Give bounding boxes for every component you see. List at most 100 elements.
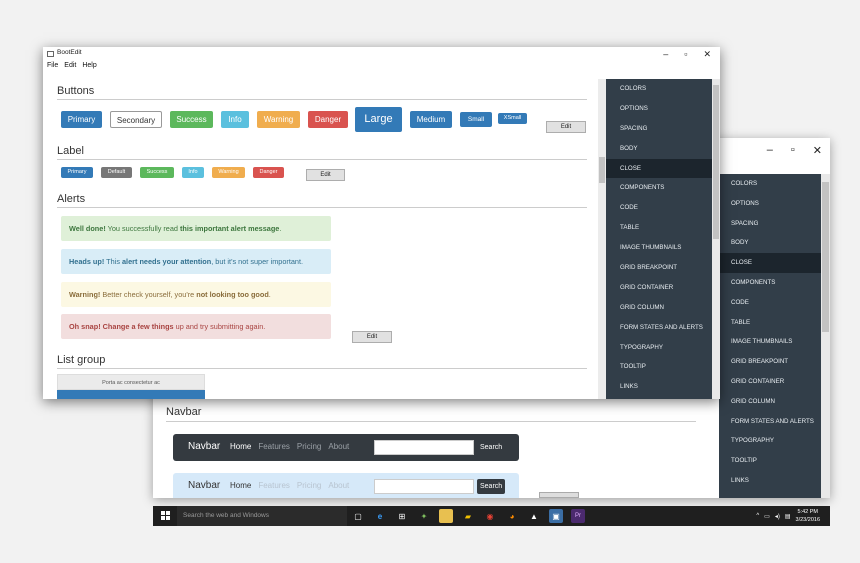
back-sidebar-item-components[interactable]: COMPONENTS [719, 273, 830, 293]
back-sidebar-item-tooltip[interactable]: TOOLTIP [719, 451, 830, 471]
back-sidebar-item-options[interactable]: OPTIONS [719, 194, 830, 214]
sidebar-item-options[interactable]: OPTIONS [606, 99, 720, 119]
content-scrollbar-thumb[interactable] [599, 157, 605, 183]
button-info[interactable]: Info [221, 111, 249, 128]
alerts-edit-button[interactable]: Edit [352, 331, 392, 343]
sidebar-item-body[interactable]: BODY [606, 139, 720, 159]
sidebar-scrollbar[interactable] [712, 79, 720, 399]
taskbar-search-input[interactable]: Search the web and Windows [177, 506, 347, 526]
sidebar-item-components[interactable]: COMPONENTS [606, 178, 720, 198]
navbar-light-link-pricing[interactable]: Pricing [297, 481, 321, 490]
back-sidebar-item-body[interactable]: BODY [719, 233, 830, 253]
button-danger[interactable]: Danger [308, 111, 348, 128]
button-secondary[interactable]: Secondary [110, 111, 162, 128]
button-large[interactable]: Large [355, 107, 402, 132]
label-edit-button[interactable]: Edit [306, 169, 345, 181]
navbar-light-brand[interactable]: Navbar [188, 480, 220, 491]
navbar-dark-link-about[interactable]: About [328, 442, 349, 451]
sidebar-item-form-states-and-alerts[interactable]: FORM STATES AND ALERTS [606, 318, 720, 338]
sidebar-item-grid-container[interactable]: GRID CONTAINER [606, 278, 720, 298]
back-scrollbar-thumb[interactable] [822, 182, 829, 332]
menu-file[interactable]: File [47, 62, 58, 69]
maximize-button[interactable]: ▫ [684, 49, 687, 60]
sidebar-item-close[interactable]: CLOSE [606, 158, 720, 179]
minimize-button[interactable]: – [663, 49, 668, 60]
taskbar-clock[interactable]: 5:42 PM 3/23/2016 [796, 508, 820, 524]
back-sidebar-item-code[interactable]: CODE [719, 293, 830, 313]
button-xsmall[interactable]: XSmall [498, 113, 527, 124]
app2-icon[interactable]: ▲ [527, 509, 541, 523]
sidebar-item-tooltip[interactable]: TOOLTIP [606, 357, 720, 377]
navbar-dark-link-features[interactable]: Features [258, 442, 290, 451]
task-view-icon[interactable]: ▢ [351, 509, 365, 523]
list-group-item[interactable]: Porta ac consectetur ac [57, 374, 205, 390]
button-primary[interactable]: Primary [61, 111, 102, 128]
back-maximize-button[interactable]: ▫ [791, 144, 795, 157]
content-scrollbar[interactable] [598, 79, 606, 399]
back-sidebar-item-close[interactable]: CLOSE [719, 253, 830, 273]
firefox-icon[interactable]: ◕ [505, 509, 519, 523]
label-section-title: Label [57, 145, 587, 160]
sidebar-item-typography[interactable]: TYPOGRAPHY [606, 338, 720, 358]
back-sidebar-item-table[interactable]: TABLE [719, 313, 830, 333]
button-small[interactable]: Small [460, 112, 492, 127]
back-sidebar-item-typography[interactable]: TYPOGRAPHY [719, 431, 830, 451]
sidebar-item-links[interactable]: LINKS [606, 377, 720, 397]
explorer-icon[interactable] [439, 509, 453, 523]
back-sidebar-scrollbar[interactable] [821, 174, 830, 498]
back-sidebar-item-form-states-and-alerts[interactable]: FORM STATES AND ALERTS [719, 412, 830, 432]
bootedit-icon[interactable]: ▣ [549, 509, 563, 523]
buttons-edit-button[interactable]: Edit [546, 121, 586, 133]
tray-network-icon[interactable]: ▭ [764, 513, 770, 520]
label-danger: Danger [253, 167, 284, 178]
windows-start-icon[interactable] [161, 511, 171, 521]
sidebar-item-grid-column[interactable]: GRID COLUMN [606, 298, 720, 318]
tray-notification-icon[interactable]: ▤ [785, 513, 791, 520]
menu-help[interactable]: Help [82, 62, 96, 69]
back-sidebar-item-colors[interactable]: COLORS [719, 174, 830, 194]
navbar-dark-search-button[interactable]: Search [477, 440, 505, 455]
sidebar-item-code[interactable]: CODE [606, 198, 720, 218]
tray-chevron-icon[interactable]: ^ [756, 513, 759, 519]
sidebar-item-image-thumbnails[interactable]: IMAGE THUMBNAILS [606, 238, 720, 258]
tray-volume-icon[interactable]: ◂) [775, 513, 780, 520]
back-edit-button[interactable] [539, 492, 579, 498]
navbar-dark-link-pricing[interactable]: Pricing [297, 442, 321, 451]
navbar-dark-link-home[interactable]: Home [230, 442, 251, 451]
back-sidebar-item-grid-column[interactable]: GRID COLUMN [719, 392, 830, 412]
navbar-light-link-home[interactable]: Home [230, 481, 251, 490]
sidebar-scrollbar-thumb[interactable] [713, 85, 719, 239]
menu-edit[interactable]: Edit [64, 62, 76, 69]
navbar-light-link-about[interactable]: About [328, 481, 349, 490]
button-warning[interactable]: Warning [257, 111, 300, 128]
store-icon[interactable]: ⊞ [395, 509, 409, 523]
back-sidebar-item-grid-container[interactable]: GRID CONTAINER [719, 372, 830, 392]
sidebar-item-spacing[interactable]: SPACING [606, 119, 720, 139]
button-success[interactable]: Success [170, 111, 213, 128]
edge-icon[interactable]: e [373, 509, 387, 523]
back-navbar-section: Navbar [166, 406, 696, 422]
back-sidebar-item-image-thumbnails[interactable]: IMAGE THUMBNAILS [719, 332, 830, 352]
navbar-light-search-button[interactable]: Search [477, 479, 506, 494]
alerts-section-title: Alerts [57, 193, 587, 208]
back-sidebar-item-grid-breakpoint[interactable]: GRID BREAKPOINT [719, 352, 830, 372]
back-minimize-button[interactable]: – [767, 144, 773, 157]
navbar-light-link-features[interactable]: Features [258, 481, 290, 490]
sidebar-item-grid-breakpoint[interactable]: GRID BREAKPOINT [606, 258, 720, 278]
folder-icon[interactable]: ▰ [461, 509, 475, 523]
navbar-light-search-input[interactable] [374, 479, 474, 494]
navbar-dark-brand[interactable]: Navbar [188, 441, 220, 452]
sidebar-item-colors[interactable]: COLORS [606, 79, 720, 99]
list-group-item-active[interactable] [57, 390, 205, 399]
sidebar-item-table[interactable]: TABLE [606, 218, 720, 238]
back-sidebar-item-spacing[interactable]: SPACING [719, 214, 830, 234]
back-sidebar-item-links[interactable]: LINKS [719, 471, 830, 491]
premiere-icon[interactable]: Pr [571, 509, 585, 523]
close-button[interactable]: ✕ [703, 49, 711, 60]
navbar-dark-search-input[interactable] [374, 440, 474, 455]
app-icon[interactable]: ✦ [417, 509, 431, 523]
chrome-icon[interactable]: ◉ [483, 509, 497, 523]
back-close-button[interactable]: ✕ [813, 144, 822, 157]
button-medium[interactable]: Medium [410, 111, 452, 128]
list-group-section-title: List group [57, 354, 587, 369]
